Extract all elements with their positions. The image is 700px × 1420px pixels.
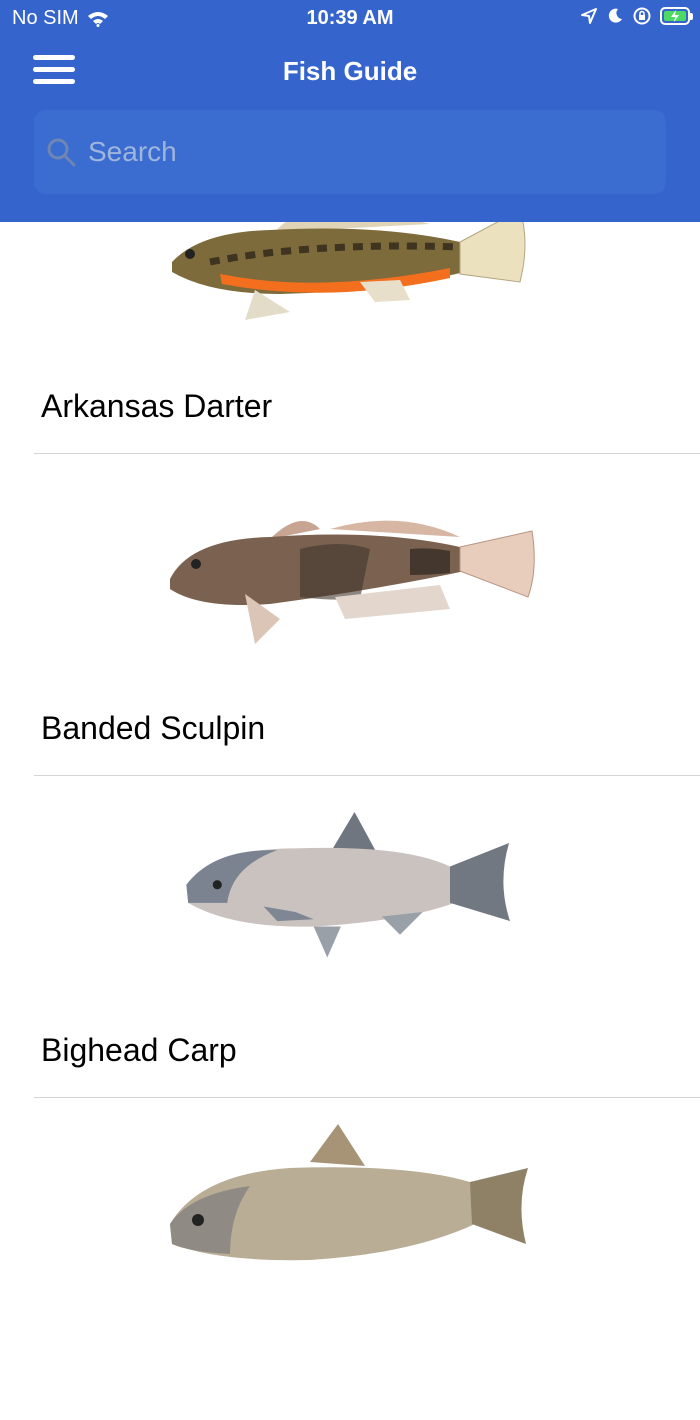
list-item[interactable]: [0, 1098, 700, 1420]
moon-icon: [608, 8, 622, 23]
list-item[interactable]: Bighead Carp: [0, 776, 700, 1098]
fish-name: Arkansas Darter: [41, 388, 273, 424]
list-item[interactable]: Banded Sculpin: [0, 454, 700, 776]
search-icon: [47, 138, 76, 167]
app-header: No SIM 10:39 AM Fish Guide Search: [0, 0, 700, 222]
fish-image: [186, 812, 510, 958]
search-bar[interactable]: [34, 110, 666, 194]
fish-name: Bighead Carp: [41, 1032, 237, 1068]
page-title: Fish Guide: [282, 56, 418, 86]
search-input[interactable]: [86, 135, 630, 169]
location-arrow-icon: [581, 8, 597, 24]
fish-image: [170, 1124, 528, 1261]
status-right: [580, 6, 693, 26]
fish-image: [170, 520, 535, 644]
battery-icon: [660, 7, 693, 25]
status-bar: No SIM 10:39 AM: [0, 0, 700, 36]
fish-name: Banded Sculpin: [41, 710, 266, 746]
orientation-lock-icon: [633, 7, 651, 25]
fish-image: [172, 206, 526, 320]
